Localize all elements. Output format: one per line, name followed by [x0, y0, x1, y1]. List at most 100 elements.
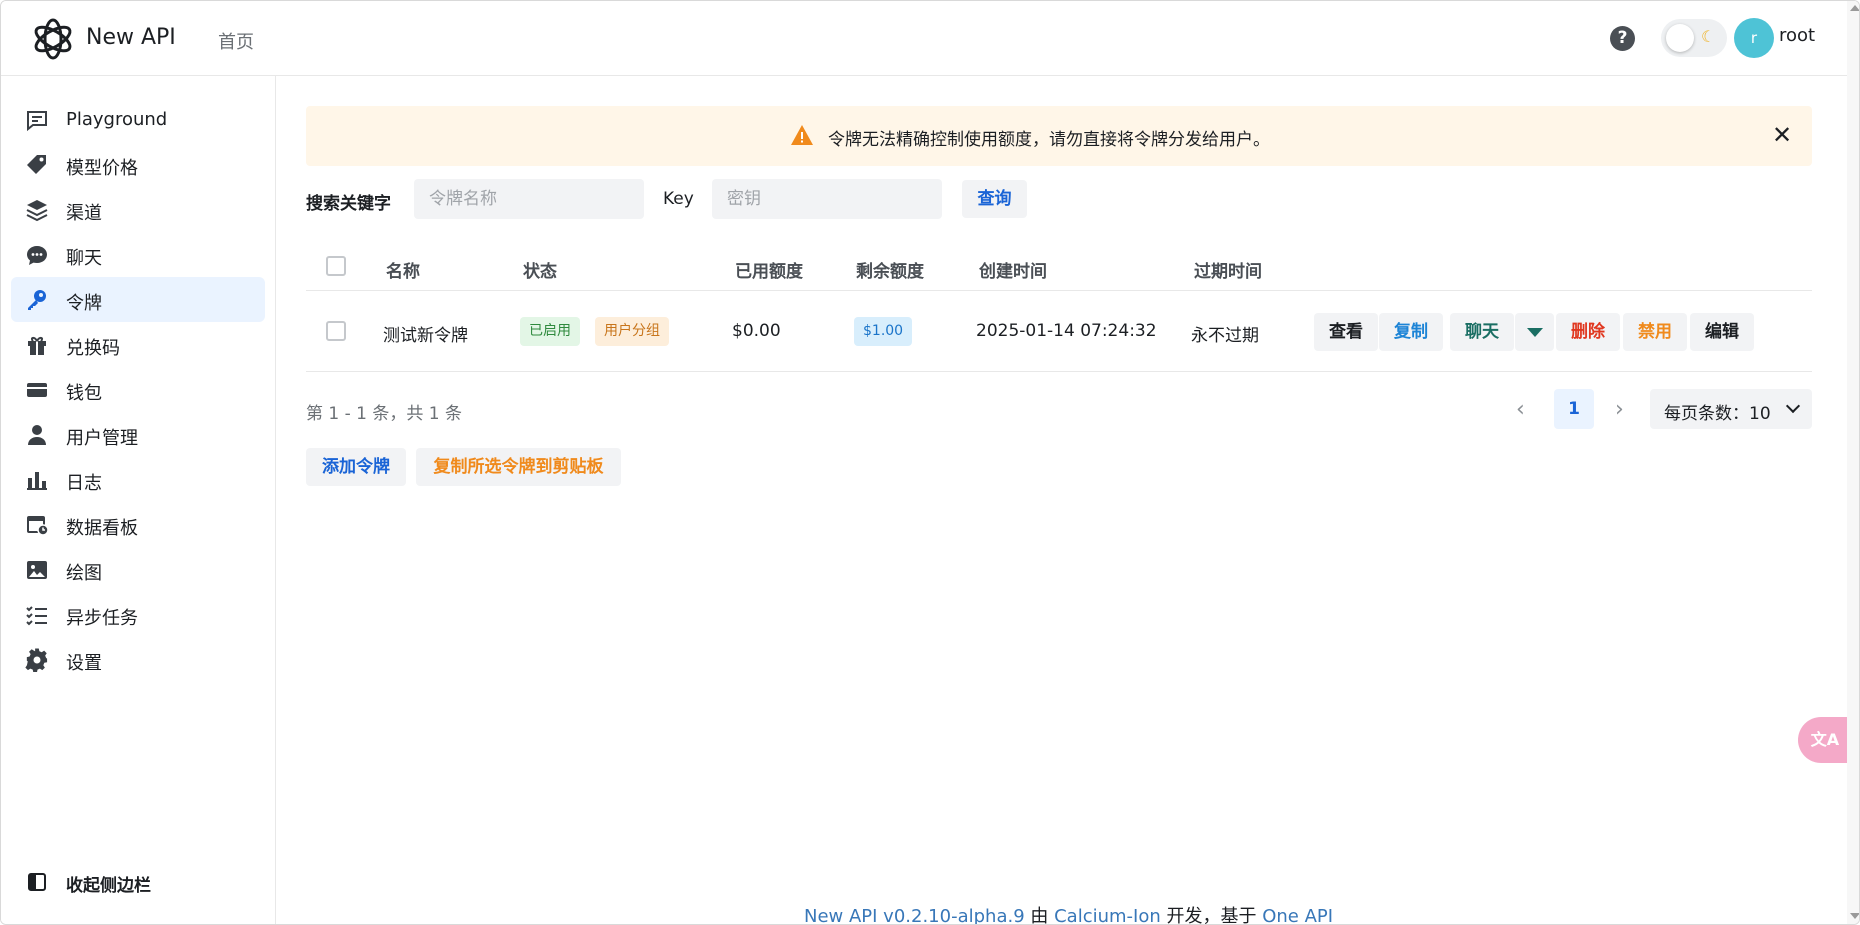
scroll-up-icon[interactable] — [1850, 5, 1859, 11]
delete-button[interactable]: 删除 — [1556, 313, 1620, 351]
column-header-name[interactable]: 名称 — [386, 257, 420, 282]
sidebar-item-label: 异步任务 — [66, 608, 138, 629]
column-header-remaining-quota[interactable]: 剩余额度 — [856, 257, 924, 282]
search-keyword-label: 搜索关键字 — [306, 194, 391, 214]
table-header: 名称 状态 已用额度 剩余额度 创建时间 过期时间 — [306, 249, 1812, 291]
sidebar-item-user-management[interactable]: 用户管理 — [11, 412, 265, 457]
collapse-sidebar-button[interactable]: 收起侧边栏 — [11, 861, 265, 901]
sidebar-item-drawing[interactable]: 绘图 — [11, 547, 265, 592]
warning-banner: 令牌无法精确控制使用额度，请勿直接将令牌分发给用户。 ✕ — [306, 106, 1812, 166]
key-search-input[interactable] — [712, 179, 942, 219]
query-button[interactable]: 查询 — [962, 180, 1027, 218]
token-name-search-input[interactable] — [414, 179, 644, 219]
chevron-right-icon[interactable]: › — [1615, 397, 1624, 422]
chevron-left-icon[interactable]: ‹ — [1516, 397, 1525, 422]
key-icon — [28, 290, 46, 310]
sidebar-item-playground[interactable]: Playground — [11, 97, 265, 142]
image-icon — [27, 561, 47, 579]
table-row: 测试新令牌 已启用 用户分组 $0.00 $1.00 2025-01-14 07… — [306, 291, 1812, 372]
translate-icon[interactable]: 文A — [1798, 717, 1852, 763]
layers-icon — [26, 200, 48, 222]
scroll-down-icon[interactable] — [1850, 913, 1859, 919]
page-size-label: 每页条数：10 — [1664, 404, 1771, 424]
edit-button[interactable]: 编辑 — [1690, 313, 1754, 351]
group-badge: 用户分组 — [595, 317, 669, 346]
chat-square-icon — [27, 111, 47, 132]
user-icon — [28, 425, 46, 445]
footer-calcium-ion-link[interactable]: Calcium-Ion — [1054, 906, 1161, 924]
sidebar-item-dashboard[interactable]: 数据看板 — [11, 502, 265, 547]
collapse-sidebar-label: 收起侧边栏 — [66, 876, 151, 896]
price-tag-icon — [27, 155, 46, 174]
page-size-select[interactable]: 每页条数：10 — [1650, 389, 1812, 429]
nav-home-link[interactable]: 首页 — [218, 28, 254, 54]
app-window: New API 首页 ? ☾ r root Playground 模型价格 渠道… — [0, 0, 1860, 925]
sidebar-item-label: 聊天 — [66, 248, 102, 269]
sidebar-item-tokens[interactable]: 令牌 — [11, 277, 265, 322]
sidebar-item-logs[interactable]: 日志 — [11, 457, 265, 502]
sidebar-item-chat[interactable]: 聊天 — [11, 232, 265, 277]
checklist-icon — [26, 606, 47, 626]
sidebar-item-label: 用户管理 — [66, 428, 138, 449]
copy-button[interactable]: 复制 — [1379, 313, 1443, 351]
app-title[interactable]: New API — [86, 25, 176, 50]
used-quota: $0.00 — [732, 321, 781, 341]
sidebar-item-label: 令牌 — [66, 293, 102, 314]
chat-bubble-icon — [27, 246, 47, 265]
select-all-checkbox[interactable] — [326, 256, 346, 276]
chat-button[interactable]: 聊天 — [1450, 313, 1514, 351]
moon-icon: ☾ — [1701, 27, 1716, 46]
sidebar-item-settings[interactable]: 设置 — [11, 637, 265, 682]
avatar[interactable]: r — [1734, 18, 1774, 58]
sidebar-item-label: 钱包 — [66, 383, 102, 404]
sidebar-item-label: Playground — [66, 109, 168, 130]
vertical-scrollbar[interactable] — [1847, 1, 1859, 924]
remaining-quota-badge: $1.00 — [854, 317, 913, 346]
footer-new-api-link[interactable]: New API v0.2.10-alpha.9 — [804, 906, 1025, 924]
copy-selected-tokens-button[interactable]: 复制所选令牌到剪贴板 — [416, 448, 621, 486]
theme-toggle[interactable]: ☾ — [1661, 19, 1727, 57]
sidebar-item-label: 设置 — [66, 653, 102, 674]
column-header-used-quota[interactable]: 已用额度 — [735, 257, 803, 282]
add-token-button[interactable]: 添加令牌 — [306, 448, 406, 486]
sidebar-item-channels[interactable]: 渠道 — [11, 187, 265, 232]
footer-text-by: 由 — [1024, 906, 1055, 925]
sidebar-item-async-tasks[interactable]: 异步任务 — [11, 592, 265, 637]
sidebar-item-label: 绘图 — [66, 563, 102, 584]
sidebar-item-label: 渠道 — [66, 203, 102, 224]
sidebar: Playground 模型价格 渠道 聊天 令牌 兑换码 钱包 用户管理 日志 … — [1, 76, 276, 924]
sidebar-toggle-icon — [28, 873, 46, 891]
top-header: New API 首页 ? ☾ r root — [1, 1, 1859, 76]
openai-logo-icon[interactable] — [29, 15, 77, 63]
chat-dropdown-button[interactable] — [1515, 313, 1554, 351]
pagination-range-text: 第 1 - 1 条，共 1 条 — [306, 404, 463, 424]
theme-toggle-knob — [1666, 24, 1694, 52]
sidebar-item-label: 数据看板 — [66, 518, 138, 539]
column-header-status[interactable]: 状态 — [523, 257, 557, 282]
row-checkbox[interactable] — [326, 321, 346, 341]
sidebar-item-model-price[interactable]: 模型价格 — [11, 142, 265, 187]
gear-icon — [25, 648, 48, 672]
warning-icon — [791, 125, 813, 145]
sidebar-item-label: 日志 — [66, 473, 102, 494]
token-name: 测试新令牌 — [383, 326, 468, 346]
key-label: Key — [663, 189, 694, 209]
view-button[interactable]: 查看 — [1314, 313, 1378, 351]
expire-time: 永不过期 — [1191, 326, 1259, 346]
created-time: 2025-01-14 07:24:32 — [976, 321, 1157, 341]
sidebar-item-redeem-codes[interactable]: 兑换码 — [11, 322, 265, 367]
username[interactable]: root — [1779, 25, 1815, 46]
page-number-button[interactable]: 1 — [1554, 389, 1594, 429]
disable-button[interactable]: 禁用 — [1623, 313, 1687, 351]
caret-down-icon — [1527, 328, 1543, 337]
close-icon[interactable]: ✕ — [1772, 122, 1792, 148]
column-header-expire-time[interactable]: 过期时间 — [1194, 257, 1262, 282]
bar-chart-icon — [27, 472, 47, 490]
column-header-created-time[interactable]: 创建时间 — [979, 257, 1047, 282]
gift-icon — [28, 337, 46, 355]
warning-banner-text: 令牌无法精确控制使用额度，请勿直接将令牌分发给用户。 — [828, 130, 1270, 150]
footer-one-api-link[interactable]: One API — [1262, 906, 1333, 924]
help-icon[interactable]: ? — [1610, 26, 1635, 51]
sidebar-item-label: 兑换码 — [66, 338, 120, 359]
sidebar-item-wallet[interactable]: 钱包 — [11, 367, 265, 412]
